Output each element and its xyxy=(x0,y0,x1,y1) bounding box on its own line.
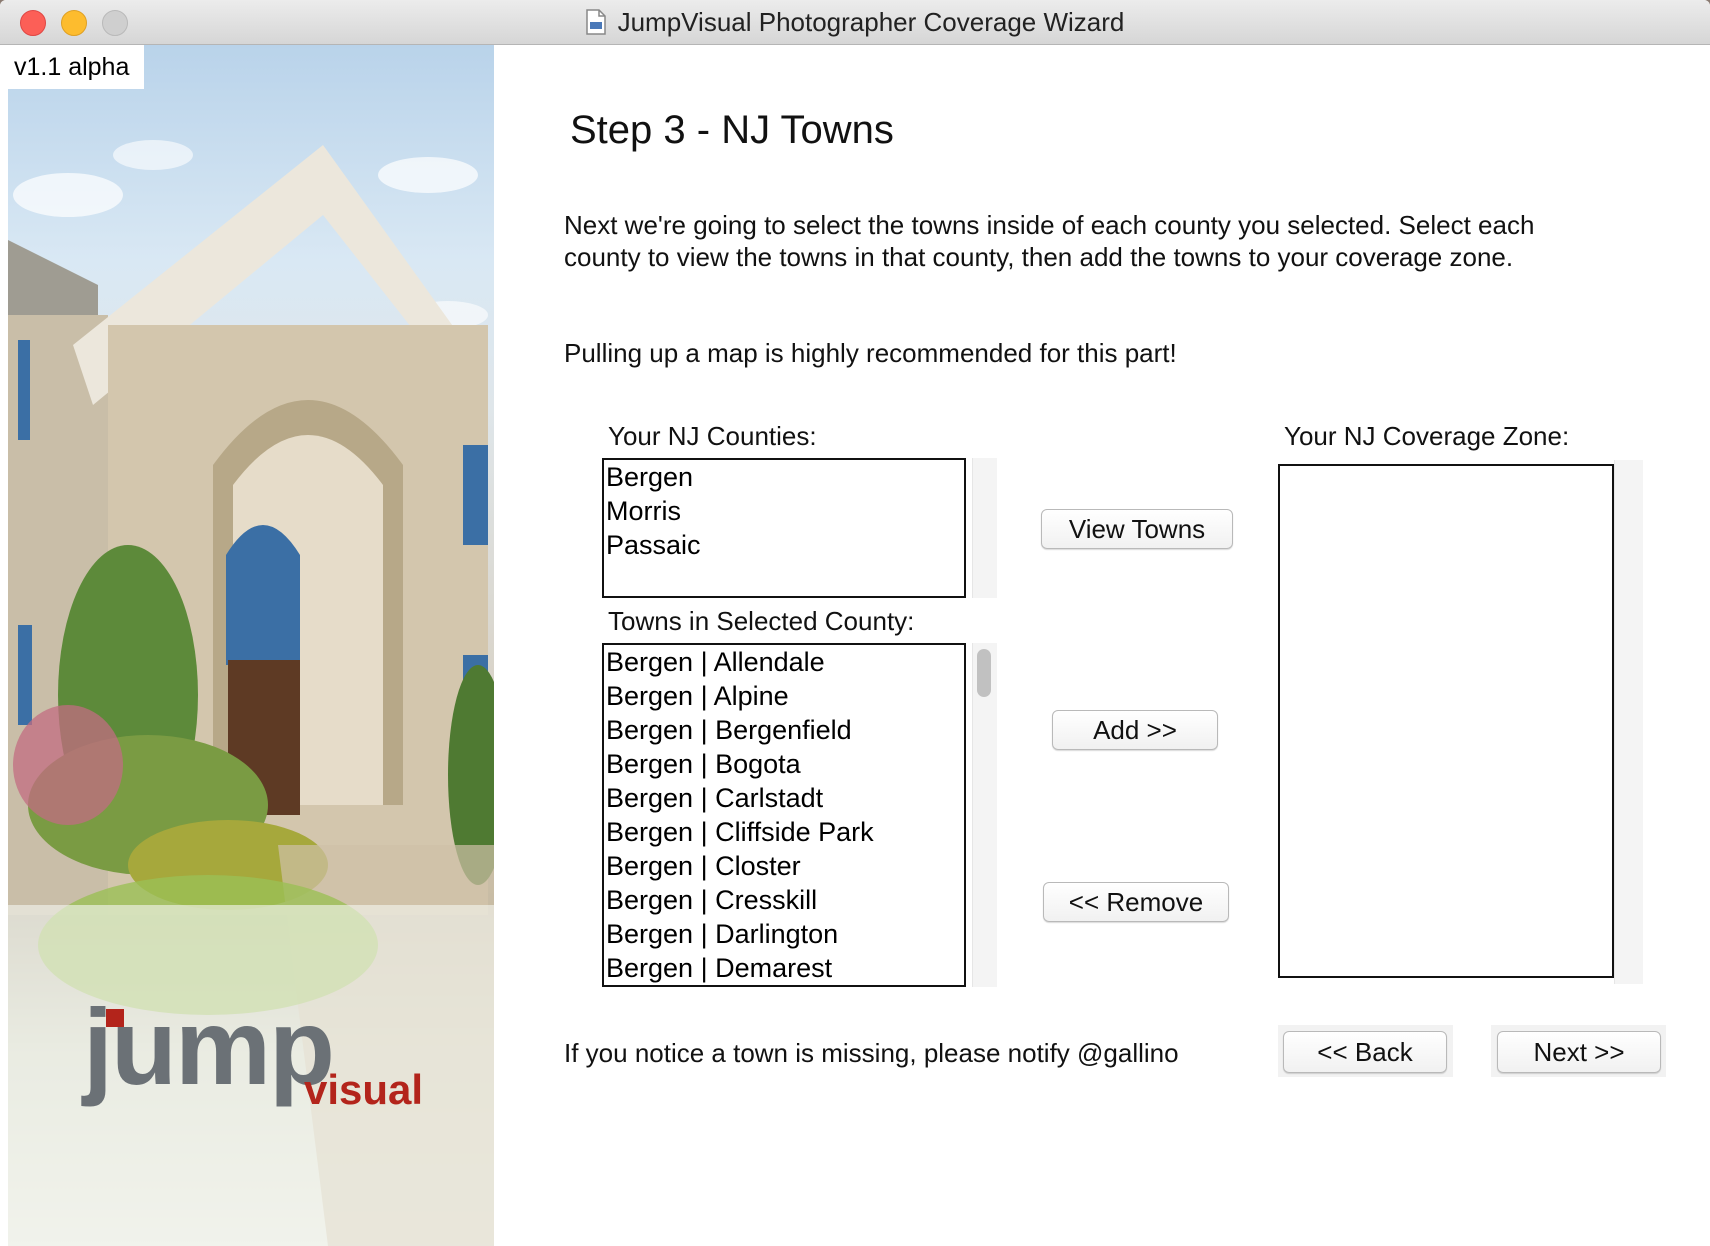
town-list-item[interactable]: Bergen | Carlstadt xyxy=(604,781,964,815)
coverage-label: Your NJ Coverage Zone: xyxy=(1284,421,1570,451)
sidebar-photo-panel: v1.1 alpha jump visual xyxy=(8,45,494,1246)
towns-list[interactable]: Bergen | Allendale Bergen | Alpine Bergen … xyxy=(602,643,966,987)
town-list-item[interactable]: Bergen | Darlington xyxy=(604,917,964,951)
town-list-item[interactable]: Bergen | Bogota xyxy=(604,747,964,781)
towns-scrollbar[interactable] xyxy=(972,643,997,987)
logo-jump-text: jump xyxy=(83,986,335,1107)
back-button[interactable]: << Back xyxy=(1283,1031,1447,1073)
county-list-item[interactable]: Morris xyxy=(604,494,964,528)
hint-text: Pulling up a map is highly recommended f… xyxy=(564,338,1177,368)
counties-items: Bergen Morris Passaic xyxy=(604,460,964,562)
page-title: Step 3 - NJ Towns xyxy=(570,108,894,152)
title-container: JumpVisual Photographer Coverage Wizard xyxy=(0,0,1710,44)
county-list-item[interactable]: Bergen xyxy=(604,460,964,494)
logo-visual-text: visual xyxy=(304,1066,424,1113)
counties-list[interactable]: Bergen Morris Passaic xyxy=(602,458,966,598)
town-list-item[interactable]: Bergen | Closter xyxy=(604,849,964,883)
counties-scrollbar[interactable] xyxy=(972,458,997,598)
view-towns-button[interactable]: View Towns xyxy=(1041,509,1233,549)
footer-note: If you notice a town is missing, please … xyxy=(564,1038,1179,1068)
add-button[interactable]: Add >> xyxy=(1052,710,1218,750)
town-list-item[interactable]: Bergen | Bergenfield xyxy=(604,713,964,747)
county-list-item[interactable]: Passaic xyxy=(604,528,964,562)
towns-label: Towns in Selected County: xyxy=(608,606,915,636)
version-label: v1.1 alpha xyxy=(8,45,144,89)
coverage-scrollbar[interactable] xyxy=(1614,460,1643,984)
counties-label: Your NJ Counties: xyxy=(608,421,817,451)
next-button[interactable]: Next >> xyxy=(1497,1031,1661,1073)
town-list-item[interactable]: Bergen | Cliffside Park xyxy=(604,815,964,849)
intro-text: Next we're going to select the towns ins… xyxy=(564,210,1535,272)
town-list-item[interactable]: Bergen | Alpine xyxy=(604,679,964,713)
title-bar: JumpVisual Photographer Coverage Wizard xyxy=(0,0,1710,45)
coverage-zone-list[interactable] xyxy=(1278,464,1614,978)
town-list-item[interactable]: Bergen | Allendale xyxy=(604,645,964,679)
town-list-item[interactable]: Bergen | Demarest xyxy=(604,951,964,985)
towns-scroll-thumb[interactable] xyxy=(977,649,991,697)
window-title: JumpVisual Photographer Coverage Wizard xyxy=(617,6,1125,37)
remove-button[interactable]: << Remove xyxy=(1043,882,1229,922)
towns-items: Bergen | Allendale Bergen | Alpine Bergen … xyxy=(604,645,964,985)
wizard-window: JumpVisual Photographer Coverage Wizard xyxy=(0,0,1710,1246)
town-list-item[interactable]: Bergen | Cresskill xyxy=(604,883,964,917)
document-icon xyxy=(585,9,606,35)
